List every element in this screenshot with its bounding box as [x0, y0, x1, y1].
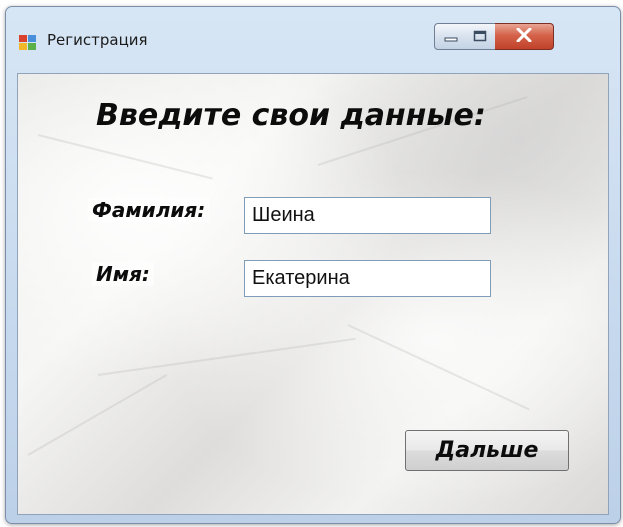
app-window-icon — [19, 34, 36, 51]
maximize-icon — [473, 27, 487, 46]
name-input[interactable] — [244, 260, 491, 297]
paper-crease — [27, 374, 168, 456]
paper-crease — [37, 134, 213, 180]
window-title: Регистрация — [47, 31, 148, 49]
registration-window: Регистрация Введите свои данные: Фамилия… — [5, 6, 621, 524]
name-label: Имя: — [92, 262, 154, 286]
minimize-icon — [444, 27, 458, 46]
paper-crease — [97, 337, 356, 376]
surname-label: Фамилия: — [88, 198, 210, 222]
paper-crease — [347, 324, 530, 411]
form-area: Введите свои данные: Фамилия: Имя: Дальш… — [17, 73, 609, 515]
close-icon — [516, 27, 532, 46]
maximize-button[interactable] — [465, 23, 496, 50]
surname-input[interactable] — [244, 197, 491, 234]
form-heading: Введите свои данные: — [96, 98, 486, 133]
close-button[interactable] — [495, 23, 554, 50]
next-button[interactable]: Дальше — [405, 430, 569, 471]
title-bar[interactable]: Регистрация — [6, 7, 620, 71]
minimize-button[interactable] — [434, 23, 467, 50]
